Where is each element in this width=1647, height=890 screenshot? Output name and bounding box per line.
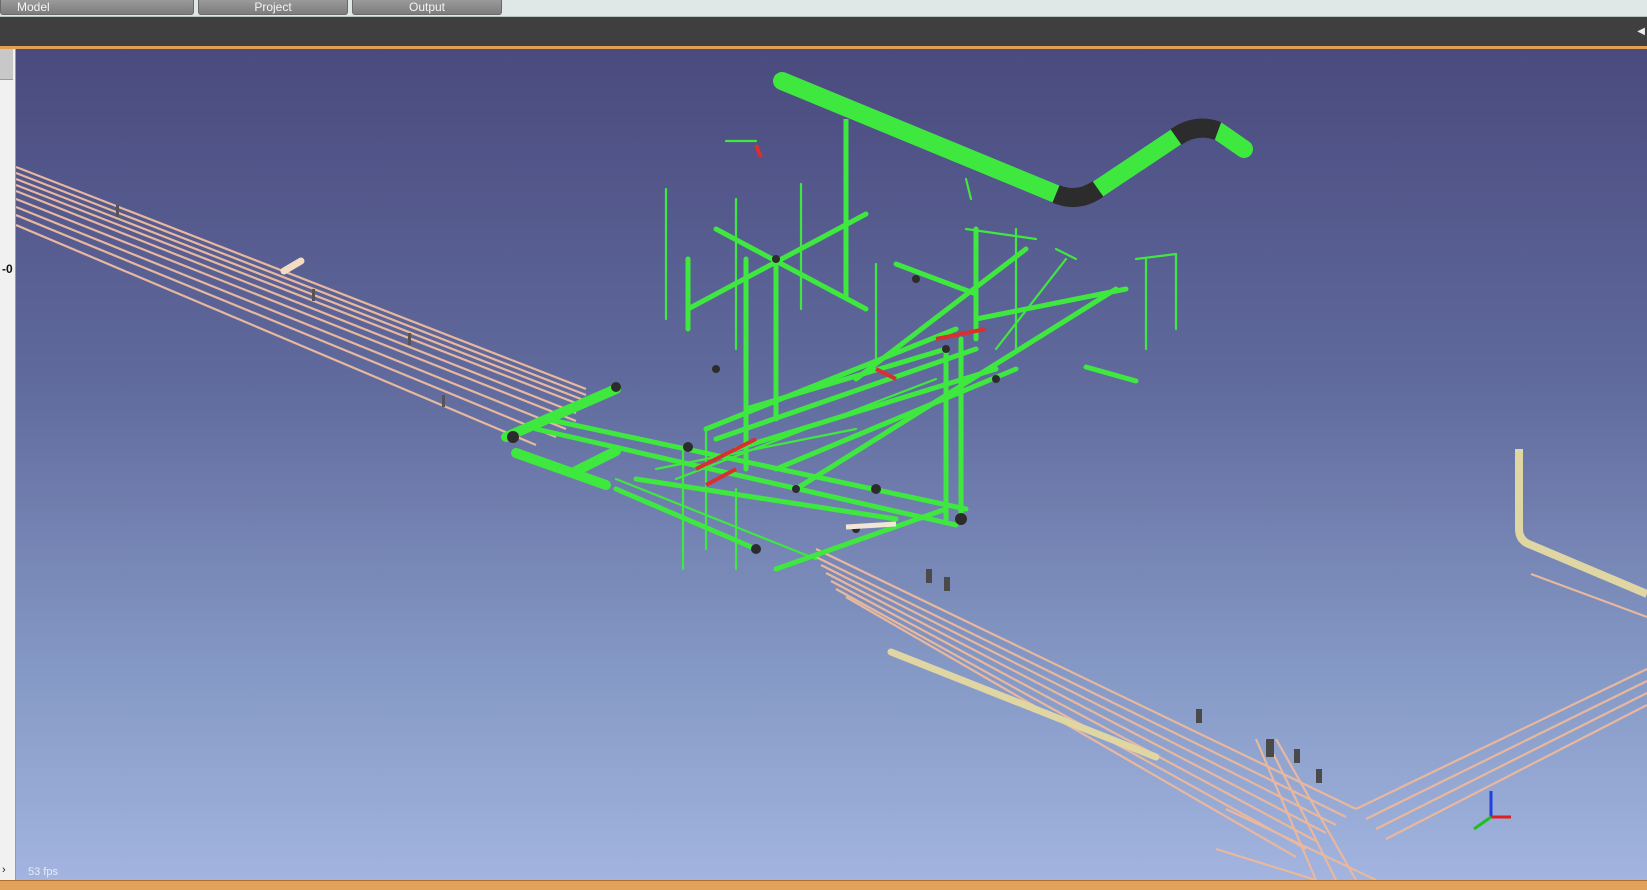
white-pipe-stub [845, 521, 897, 530]
left-panel-tab[interactable] [0, 49, 13, 80]
main-header-pipe [773, 72, 1253, 299]
left-panel-value: -0 [2, 262, 13, 276]
model-scene [16, 72, 1647, 880]
tab-model[interactable]: Model [0, 0, 194, 15]
axis-triad [1473, 791, 1511, 831]
triangle-left-icon[interactable]: ◀ [1637, 26, 1645, 37]
pipe-run-right-fittings [926, 569, 1322, 783]
fps-counter: 53 fps [28, 866, 58, 878]
pipe-run-left-fittings [116, 205, 445, 407]
chevron-right-icon[interactable]: › [2, 864, 6, 876]
tab-bar: Model Project Output [0, 0, 1647, 17]
pipe-run-right [815, 548, 1647, 880]
tab-project[interactable]: Project [198, 0, 348, 15]
right-edge-pipe [1515, 449, 1647, 598]
3d-viewport[interactable]: 53 fps [16, 49, 1647, 880]
tab-output[interactable]: Output [352, 0, 502, 15]
small-pipe-stub [280, 257, 305, 275]
pipe-run-left [16, 165, 587, 447]
axis-y [1473, 815, 1492, 831]
left-panel: -0 › [0, 49, 16, 880]
toolbar: ◀ [0, 17, 1647, 49]
